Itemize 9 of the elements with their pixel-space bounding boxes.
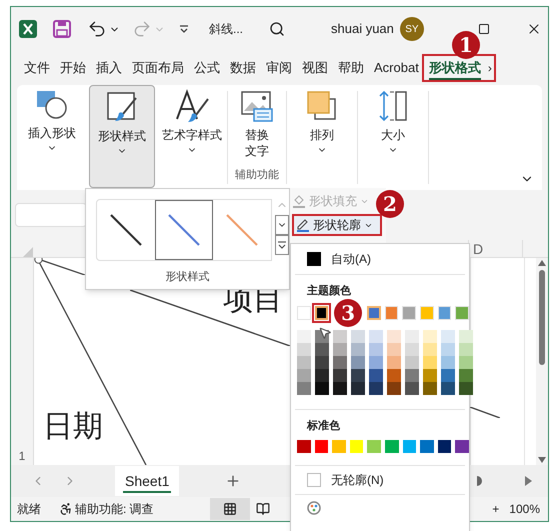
theme-colors-header: 主题颜色 — [307, 284, 352, 299]
standard-colors-header: 标准色 — [307, 418, 341, 434]
step-badge: 3 — [334, 298, 362, 326]
group-label: 辅助功能 — [235, 168, 279, 183]
group-label: 形状样式 — [164, 270, 210, 285]
user-name: shuai yuan — [331, 20, 394, 38]
cell-text: 日期 — [43, 410, 103, 444]
document-title: 斜线... — [209, 21, 244, 38]
status-ready: 就绪 — [17, 501, 41, 518]
